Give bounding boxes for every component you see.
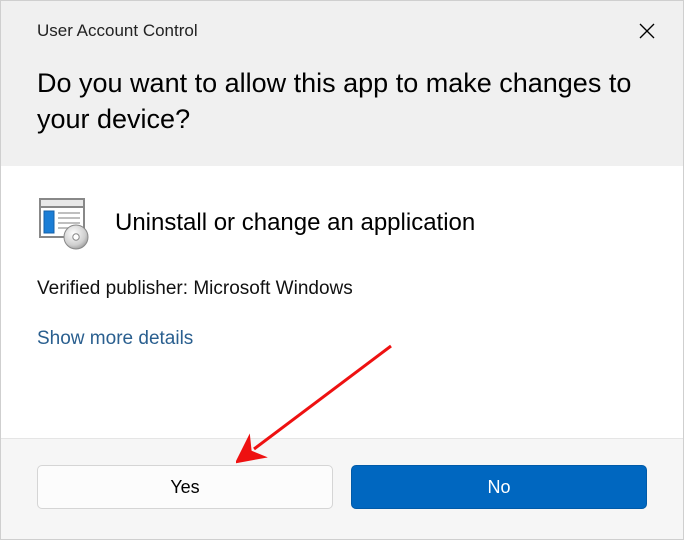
dialog-header: User Account Control Do you want to allo… bbox=[1, 1, 683, 166]
show-more-details-link[interactable]: Show more details bbox=[37, 328, 193, 350]
no-button[interactable]: No bbox=[351, 465, 647, 509]
app-info-row: Uninstall or change an application bbox=[37, 196, 647, 250]
publisher-label: Verified publisher: Microsoft Windows bbox=[37, 278, 647, 300]
dialog-body: Uninstall or change an application Verif… bbox=[1, 166, 683, 438]
installer-icon bbox=[37, 196, 91, 250]
yes-button[interactable]: Yes bbox=[37, 465, 333, 509]
app-name: Uninstall or change an application bbox=[115, 209, 475, 237]
dialog-title: User Account Control bbox=[37, 21, 647, 41]
uac-dialog: User Account Control Do you want to allo… bbox=[0, 0, 684, 540]
dialog-footer: Yes No bbox=[1, 438, 683, 539]
close-icon bbox=[639, 23, 655, 39]
dialog-question: Do you want to allow this app to make ch… bbox=[37, 65, 647, 138]
close-button[interactable] bbox=[633, 17, 661, 45]
